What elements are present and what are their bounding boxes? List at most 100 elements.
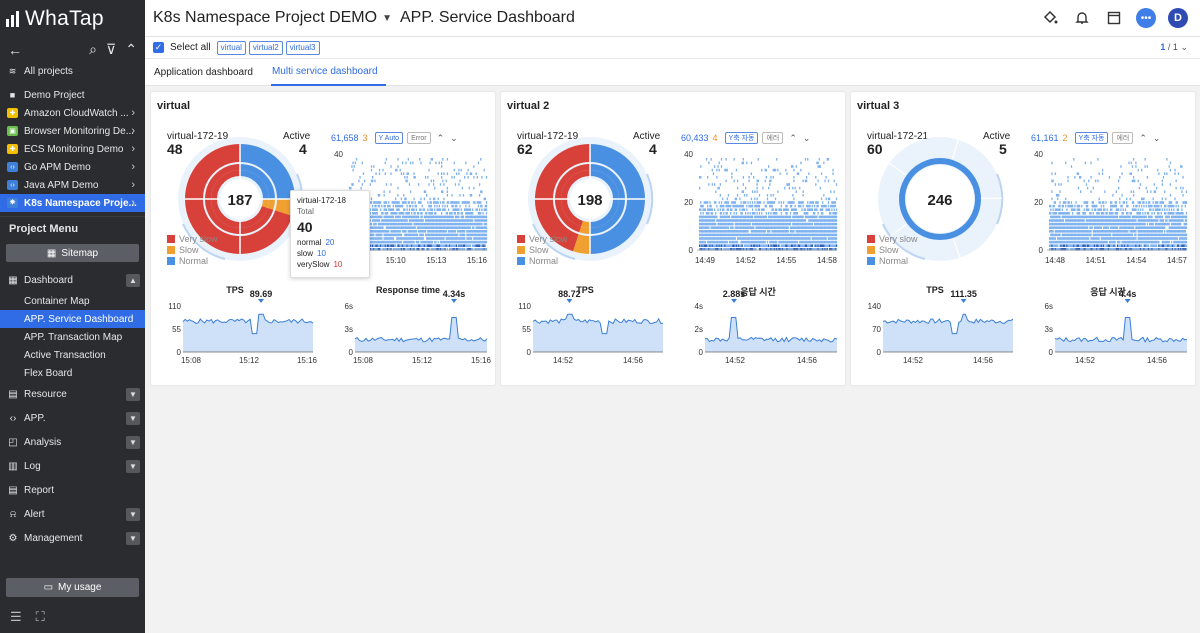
sidebar-menu-code[interactable]: ‹› APP. ▼ bbox=[0, 406, 145, 430]
sidebar-subitem[interactable]: Container Map bbox=[0, 292, 145, 310]
chevron-up-icon[interactable]: ⌃ bbox=[1139, 133, 1147, 144]
chevron-down-icon[interactable]: ⌄ bbox=[1180, 42, 1188, 52]
sidebar-menu-bell[interactable]: ⍾ Alert ▼ bbox=[0, 502, 145, 526]
sidebar-subitem[interactable]: APP. Service Dashboard bbox=[0, 310, 145, 328]
chevron-right-icon[interactable]: › bbox=[131, 107, 135, 119]
sidebar-subitem[interactable]: Active Transaction bbox=[0, 346, 145, 364]
resp-ytick: 3s bbox=[345, 325, 353, 334]
error-button[interactable]: Error bbox=[407, 132, 431, 144]
sidebar-menu-gear[interactable]: ⚙ Management ▼ bbox=[0, 526, 145, 550]
hitmap-dot bbox=[702, 230, 704, 233]
tps-line-chart[interactable]: 11055015:08 15:12 15:1689.69 bbox=[153, 289, 317, 376]
paint-bucket-icon[interactable] bbox=[1040, 8, 1060, 28]
hitmap-dot bbox=[1065, 222, 1067, 226]
hitmap-dot bbox=[1109, 201, 1112, 204]
error-button[interactable]: 에러 bbox=[1112, 132, 1134, 144]
sidebar-menu-grid[interactable]: ▦ Dashboard ▲ bbox=[0, 268, 145, 292]
project-title[interactable]: K8s Namespace Project DEMO bbox=[153, 9, 377, 27]
sidebar-subitem[interactable]: Flex Board bbox=[0, 364, 145, 382]
project-chip[interactable]: virtual bbox=[216, 40, 246, 55]
hitmap-dot bbox=[816, 208, 818, 211]
hitmap-dot bbox=[782, 230, 785, 233]
sitemap-button[interactable]: ▦ Sitemap bbox=[6, 244, 139, 262]
chevron-down-icon[interactable]: ▼ bbox=[126, 459, 140, 473]
resp-line-chart[interactable]: 6s3s014:52 14:564.4s bbox=[1025, 289, 1191, 376]
error-button[interactable]: 에러 bbox=[762, 132, 784, 144]
hitmap-dot bbox=[733, 158, 735, 161]
sidebar-menu-chart[interactable]: ◰ Analysis ▼ bbox=[0, 430, 145, 454]
resp-line-chart[interactable]: 6s3s015:08 15:12 15:164.34s bbox=[325, 289, 492, 376]
tps-line-chart[interactable]: 11055014:52 14:5688.72 bbox=[503, 289, 667, 376]
sidebar-menu-report[interactable]: ▤ Report bbox=[0, 478, 145, 502]
filter-icon[interactable]: ⊽ bbox=[106, 41, 116, 58]
hitmap-dot bbox=[835, 208, 838, 211]
project-chip[interactable]: virtual2 bbox=[248, 40, 283, 55]
sidebar-project-item[interactable]: ✚ ECS Monitoring Demo › bbox=[0, 140, 145, 158]
sidebar-menu-server[interactable]: ▤ Resource ▼ bbox=[0, 382, 145, 406]
tps-line-chart[interactable]: 14070014:52 14:56111.35 bbox=[853, 289, 1017, 376]
chevron-up-icon[interactable]: ▲ bbox=[126, 273, 140, 287]
hitmap-dot bbox=[756, 179, 758, 183]
y-auto-button[interactable]: Y Auto bbox=[374, 132, 404, 144]
chevron-right-icon[interactable]: › bbox=[131, 125, 135, 137]
resp-line-chart[interactable]: 4s2s014:52 14:562.88s bbox=[675, 289, 841, 376]
hitmap-dot bbox=[1170, 233, 1173, 237]
chevron-right-icon[interactable]: › bbox=[131, 179, 135, 191]
logo[interactable]: WhaTap bbox=[0, 0, 145, 37]
search-icon[interactable]: ⌕ bbox=[89, 41, 97, 58]
chat-icon[interactable]: ••• bbox=[1136, 8, 1156, 28]
fullscreen-icon[interactable]: ⛶ bbox=[36, 609, 45, 625]
hitmap-dot bbox=[469, 226, 472, 229]
sidebar-project-item[interactable]: ▣ Browser Monitoring De... › bbox=[0, 122, 145, 140]
my-usage-button[interactable]: ▭ My usage bbox=[6, 578, 139, 597]
hitmap-dot bbox=[710, 230, 712, 233]
chevron-down-icon[interactable]: ▼ bbox=[126, 435, 140, 449]
hitmap-dot bbox=[1101, 222, 1104, 226]
sidebar-project-item[interactable]: ‹› Go APM Demo › bbox=[0, 158, 145, 176]
hitmap-chart[interactable]: 4020014:48 14:51 14:54 14:57 bbox=[1027, 146, 1191, 272]
sidebar-project-item[interactable]: ≋ All projects bbox=[0, 62, 145, 80]
back-icon[interactable]: ← bbox=[8, 42, 22, 58]
chevron-up-icon[interactable]: ⌃ bbox=[437, 133, 445, 144]
sidebar-project-item[interactable]: ⎈ K8s Namespace Proje... › bbox=[0, 194, 145, 212]
hitmap-dot bbox=[446, 237, 449, 240]
select-all-checkbox[interactable]: ✓ bbox=[153, 42, 164, 53]
calendar-icon[interactable] bbox=[1104, 8, 1124, 28]
hitmap-dot bbox=[1129, 237, 1131, 240]
y-auto-button[interactable]: Y축 자동 bbox=[1074, 132, 1109, 144]
sidebar-project-item[interactable]: ‹› Java APM Demo › bbox=[0, 176, 145, 194]
sidebar-menu-log[interactable]: ▥ Log ▼ bbox=[0, 454, 145, 478]
chevron-right-icon[interactable]: › bbox=[131, 197, 135, 209]
y-auto-button[interactable]: Y축 자동 bbox=[724, 132, 759, 144]
select-all-label[interactable]: Select all bbox=[170, 42, 211, 53]
hitmap-dot bbox=[765, 237, 767, 240]
hitmap-dot bbox=[1093, 219, 1096, 222]
chevron-up-icon[interactable]: ⌃ bbox=[789, 133, 797, 144]
chevron-up-icon[interactable]: ⌃ bbox=[125, 41, 137, 58]
chevron-down-icon[interactable]: ▼ bbox=[126, 387, 140, 401]
tab-0[interactable]: Application dashboard bbox=[153, 59, 261, 86]
sidebar-project-item[interactable]: ✚ Amazon CloudWatch ... › bbox=[0, 104, 145, 122]
chevron-right-icon[interactable]: › bbox=[131, 161, 135, 173]
chevron-down-icon[interactable]: ▼ bbox=[126, 507, 140, 521]
project-dropdown-icon[interactable]: ▼ bbox=[382, 13, 392, 24]
hitmap-dot bbox=[382, 212, 384, 215]
hitmap-dot bbox=[765, 226, 767, 229]
chevron-down-icon[interactable]: ⌄ bbox=[803, 133, 811, 144]
hitmap-dot bbox=[446, 194, 449, 197]
hitmap-chart[interactable]: 4020014:49 14:52 14:55 14:58 bbox=[677, 146, 841, 272]
collapse-menu-icon[interactable]: ☰ bbox=[10, 609, 22, 625]
sidebar-subitem[interactable]: APP. Transaction Map bbox=[0, 328, 145, 346]
sidebar-project-item[interactable]: ■ Demo Project bbox=[0, 86, 145, 104]
chevron-right-icon[interactable]: › bbox=[131, 143, 135, 155]
chevron-down-icon[interactable]: ▼ bbox=[126, 411, 140, 425]
chevron-down-icon[interactable]: ⌄ bbox=[450, 133, 458, 144]
avatar[interactable]: D bbox=[1168, 8, 1188, 28]
project-chip[interactable]: virtual3 bbox=[285, 40, 320, 55]
bell-icon[interactable] bbox=[1072, 8, 1092, 28]
chevron-down-icon[interactable]: ▼ bbox=[126, 531, 140, 545]
chevron-down-icon[interactable]: ⌄ bbox=[1153, 133, 1161, 144]
tab-1[interactable]: Multi service dashboard bbox=[270, 59, 386, 86]
hitmap-dot bbox=[445, 212, 447, 215]
hitmap-dot bbox=[1132, 190, 1135, 193]
